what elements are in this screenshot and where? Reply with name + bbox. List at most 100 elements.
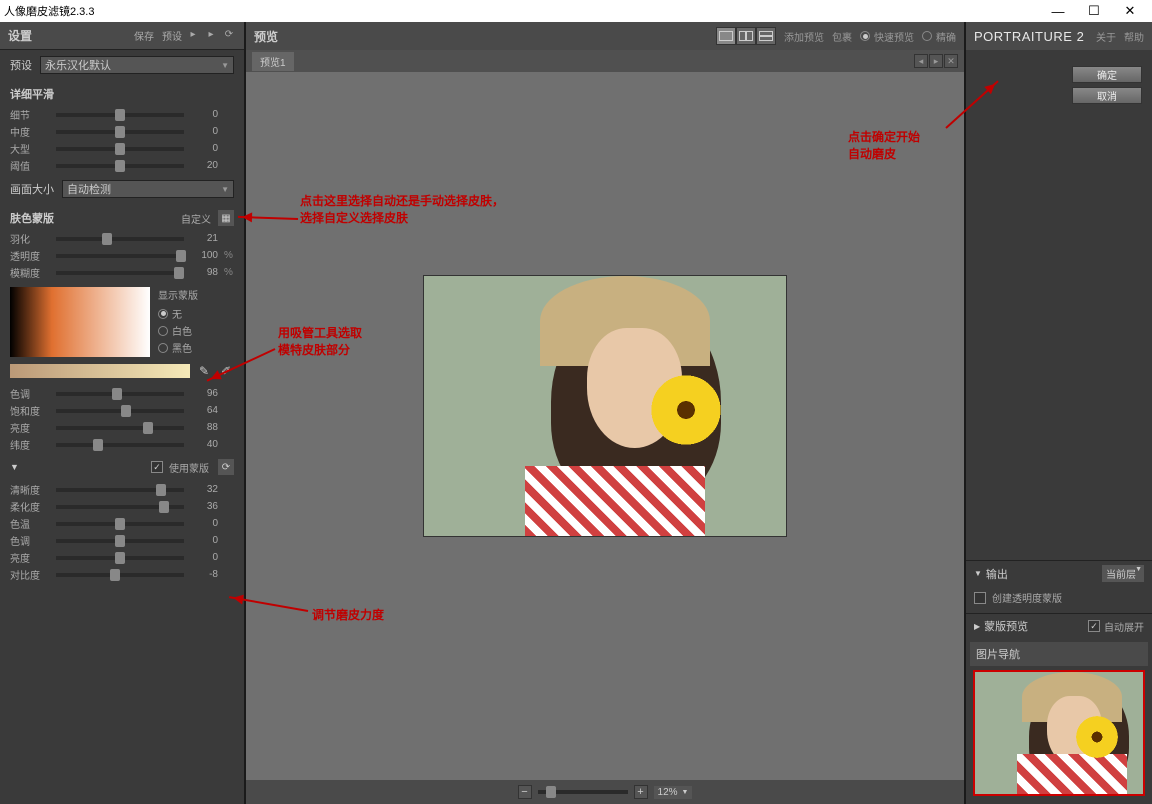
detail-value-2: 0 <box>190 143 218 154</box>
skin1-slider-2[interactable] <box>56 271 184 275</box>
enhance-value-1: 36 <box>190 501 218 512</box>
skin1-slider-1[interactable] <box>56 254 184 258</box>
about-link[interactable]: 关于 <box>1096 29 1116 44</box>
detail-value-0: 0 <box>190 109 218 120</box>
ok-button[interactable]: 确定 <box>1072 66 1142 83</box>
package-link[interactable]: 包裹 <box>832 29 852 44</box>
load-preset[interactable]: 预设 <box>162 28 182 43</box>
preview-canvas[interactable] <box>246 72 964 780</box>
quick-preview-radio[interactable]: 快速预览 <box>860 29 914 44</box>
view-splitv-button[interactable] <box>736 27 756 45</box>
detail-slider-0[interactable] <box>56 113 184 117</box>
thumbnail-image[interactable] <box>973 670 1145 796</box>
mask-preview-expand[interactable]: ▶ <box>974 622 980 631</box>
skin2-label-2: 亮度 <box>10 420 50 435</box>
enhance-slider-4[interactable] <box>56 556 184 560</box>
window-title: 人像磨皮滤镜2.3.3 <box>4 3 94 19</box>
preset-select[interactable]: 永乐汉化默认 <box>40 56 234 74</box>
view-splith-button[interactable] <box>756 27 776 45</box>
help-link[interactable]: 帮助 <box>1124 29 1144 44</box>
reset-button[interactable]: ⟳ <box>222 29 236 43</box>
save-preset[interactable]: 保存 <box>134 28 154 43</box>
create-alpha-mask-checkbox[interactable] <box>974 592 986 604</box>
show-mask-label: 显示蒙版 <box>158 287 198 302</box>
detail-section-title: 详细平滑 <box>0 80 244 106</box>
detail-label-3: 阈值 <box>10 158 50 173</box>
detail-label-2: 大型 <box>10 141 50 156</box>
enhance-label-0: 清晰度 <box>10 482 50 497</box>
add-preview[interactable]: 添加预览 <box>784 29 824 44</box>
enhance-label-4: 亮度 <box>10 550 50 565</box>
enhance-slider-3[interactable] <box>56 539 184 543</box>
enhance-value-0: 32 <box>190 484 218 495</box>
enhance-reset-icon[interactable]: ⟳ <box>218 459 234 475</box>
tab-close[interactable]: ✕ <box>944 54 958 68</box>
zoom-slider[interactable] <box>538 790 628 794</box>
enhance-expand[interactable]: ▼ <box>10 462 19 472</box>
minimize-button[interactable]: — <box>1040 0 1076 22</box>
preset-label: 预设 <box>10 57 32 73</box>
color-picker-area[interactable] <box>10 287 150 357</box>
detail-slider-3[interactable] <box>56 164 184 168</box>
skin2-value-1: 64 <box>190 405 218 416</box>
auto-expand-label: 自动展开 <box>1104 619 1144 634</box>
left-header-title: 设置 <box>8 27 32 44</box>
tab-next[interactable]: ▸ <box>929 54 943 68</box>
eyedropper-minus-icon[interactable]: ✐ <box>218 363 234 379</box>
mask-radio-none[interactable]: 无 <box>158 306 198 321</box>
tab-prev[interactable]: ◂ <box>914 54 928 68</box>
use-mask-label: 使用蒙版 <box>169 460 209 475</box>
eyedropper-icon[interactable]: ✎ <box>196 363 212 379</box>
enhance-slider-1[interactable] <box>56 505 184 509</box>
detail-label-1: 中度 <box>10 124 50 139</box>
skin1-label-2: 模糊度 <box>10 265 50 280</box>
brand-label: PORTRAITURE 2 <box>974 29 1084 44</box>
skin2-value-3: 40 <box>190 439 218 450</box>
cancel-button[interactable]: 取消 <box>1072 87 1142 104</box>
skin1-value-0: 21 <box>190 233 218 244</box>
canvas-size-select[interactable]: 自动检测 <box>62 180 234 198</box>
output-expand[interactable]: ▼ <box>974 569 982 578</box>
preview-tab-1[interactable]: 预览1 <box>252 52 294 71</box>
enhance-slider-5[interactable] <box>56 573 184 577</box>
enhance-label-1: 柔化度 <box>10 499 50 514</box>
preview-header-title: 预览 <box>254 28 278 45</box>
mask-palette-icon[interactable]: ▦ <box>218 210 234 226</box>
auto-expand-checkbox[interactable] <box>1088 620 1100 632</box>
skin2-slider-0[interactable] <box>56 392 184 396</box>
skin2-slider-1[interactable] <box>56 409 184 413</box>
skin2-label-3: 纬度 <box>10 437 50 452</box>
detail-value-3: 20 <box>190 160 218 171</box>
skin2-value-0: 96 <box>190 388 218 399</box>
skin2-label-1: 饱和度 <box>10 403 50 418</box>
enhance-value-5: -8 <box>190 569 218 580</box>
hue-bar[interactable] <box>10 364 190 378</box>
enhance-slider-0[interactable] <box>56 488 184 492</box>
mask-radio-white[interactable]: 白色 <box>158 323 198 338</box>
zoom-value-select[interactable]: 12% <box>654 786 693 799</box>
enhance-slider-2[interactable] <box>56 522 184 526</box>
maximize-button[interactable]: ☐ <box>1076 0 1112 22</box>
zoom-out-button[interactable]: − <box>518 785 532 799</box>
skin-mode[interactable]: 自定义 <box>181 211 211 226</box>
skin1-value-1: 100 <box>190 250 218 261</box>
mask-radio-black[interactable]: 黑色 <box>158 340 198 355</box>
detail-slider-1[interactable] <box>56 130 184 134</box>
detail-slider-2[interactable] <box>56 147 184 151</box>
skin2-slider-3[interactable] <box>56 443 184 447</box>
enhance-label-3: 色调 <box>10 533 50 548</box>
output-layer-select[interactable]: 当前层 <box>1102 565 1144 582</box>
skin-section-title: 肤色蒙版 <box>10 210 181 226</box>
close-button[interactable]: ✕ <box>1112 0 1148 22</box>
skin2-slider-2[interactable] <box>56 426 184 430</box>
redo-button[interactable]: ▸ <box>204 29 218 43</box>
skin1-value-2: 98 <box>190 267 218 278</box>
canvas-size-label: 画面大小 <box>10 181 54 197</box>
skin1-slider-0[interactable] <box>56 237 184 241</box>
use-mask-checkbox[interactable] <box>151 461 163 473</box>
undo-button[interactable]: ▸ <box>186 29 200 43</box>
enhance-value-3: 0 <box>190 535 218 546</box>
precise-preview-radio[interactable]: 精确 <box>922 29 956 44</box>
view-single-button[interactable] <box>716 27 736 45</box>
zoom-in-button[interactable]: + <box>634 785 648 799</box>
